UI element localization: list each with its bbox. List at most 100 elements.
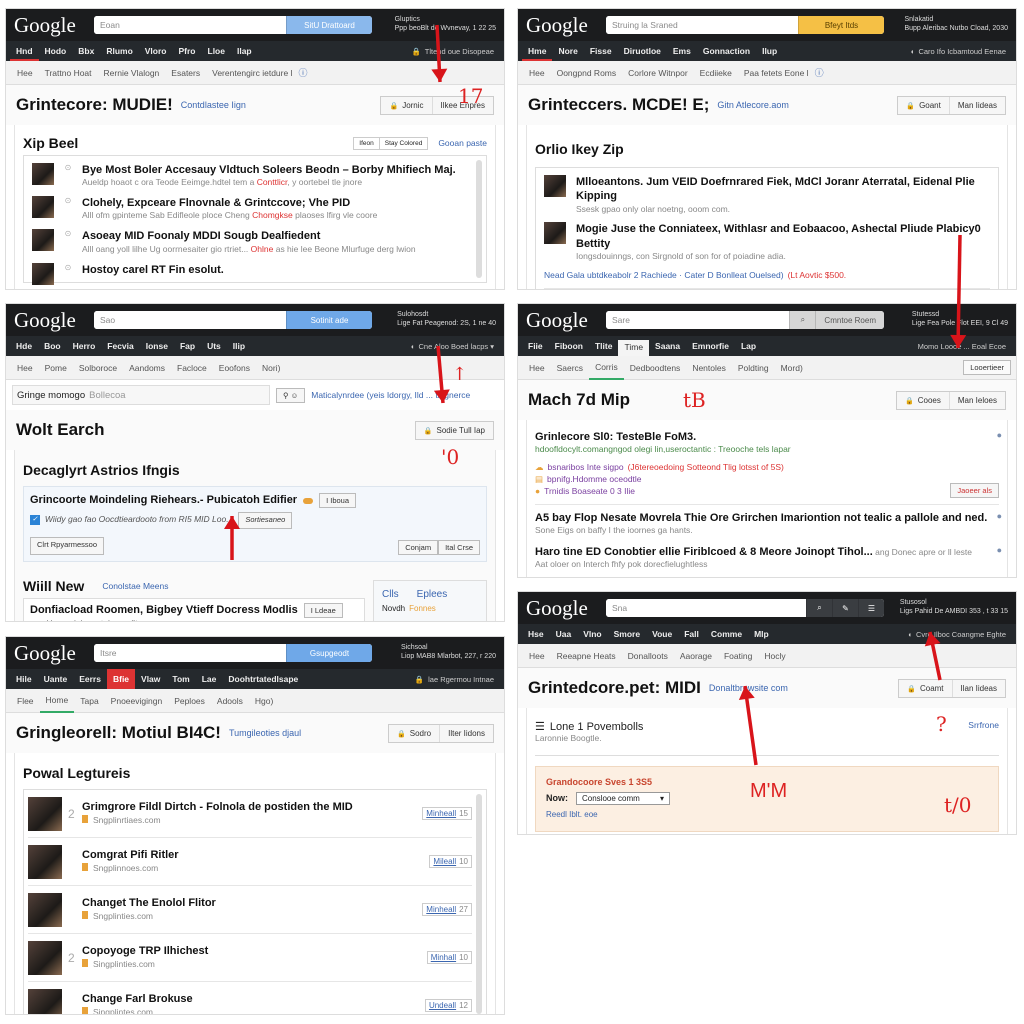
user-filter-button[interactable]: ⚲ ☺ [276, 387, 306, 403]
search-button[interactable]: ⌕ [789, 311, 816, 329]
download-label[interactable]: Mileall [433, 857, 456, 866]
result-title[interactable]: Changet The Enolol Flitor [82, 896, 422, 910]
google-logo[interactable]: Google [14, 308, 94, 333]
result-item[interactable]: ⊙ Clohely, Expceare Flnovnale & Grintccov… [32, 196, 478, 222]
info-icon[interactable]: ● [997, 545, 1002, 555]
result-title[interactable]: Asoeay MID Foonaly MDDI Sougb Dealfieden… [82, 229, 416, 243]
nav-item[interactable]: Tom [166, 669, 195, 689]
share-button[interactable]: 🔒 Jornic [381, 97, 431, 114]
more-button[interactable]: Ilan Iideas [951, 679, 1005, 697]
secondary-search[interactable]: Gringe momogo Bollecoa [12, 385, 270, 405]
nav-item[interactable]: Mlp [748, 624, 775, 644]
result-title[interactable]: Comgrat Pifi Ritler [82, 848, 429, 862]
nav-right[interactable]: Momo Loooe ... Eoal Ecoe [918, 342, 1012, 351]
sublink-text[interactable]: bpnifg.Hdomme oceodtle [547, 474, 642, 484]
nav-item[interactable]: Emnorfie [686, 336, 735, 356]
nav-right-text[interactable]: Caro Ifo Icbamtoud Eenae [918, 47, 1006, 56]
nav-item[interactable]: Bbx [72, 41, 100, 61]
site-link[interactable]: Gitn Atlecore.aom [717, 100, 789, 110]
download-link[interactable]: Mileall 10 [429, 855, 472, 868]
site-link[interactable]: Tumgileoties djaul [229, 728, 301, 738]
nav-right[interactable]: ◖ Cne Aloo Boed lacps ▾ [410, 342, 500, 351]
nav-item[interactable]: Tlite [589, 336, 618, 356]
nav-item[interactable]: Ilup [756, 41, 783, 61]
nav-item[interactable]: Uante [38, 669, 74, 689]
site-link[interactable]: Contdlastee Iign [181, 100, 246, 110]
footer-link[interactable]: Nead Gala ubtdkeabolr 2 Rachiede · Cater… [544, 270, 784, 280]
version-select[interactable]: Conslooe comm ▾ [576, 791, 670, 805]
nav-item[interactable]: Diruotloe [618, 41, 667, 61]
sub-nav-item[interactable]: Flee [11, 690, 40, 712]
card-left-button[interactable]: Clrt Rpyarmessoo [30, 536, 105, 555]
scrollbar[interactable] [476, 794, 482, 1014]
card-right-button[interactable]: Conjam [398, 539, 439, 555]
share-button[interactable]: 🔒 Cooes [897, 392, 949, 409]
nav-item[interactable]: Nore [552, 41, 583, 61]
result-item[interactable]: A5 bay Flop Nesate Movrela Thie Ore Grir… [535, 511, 1002, 537]
sub-nav-item[interactable]: Esaters [165, 62, 206, 84]
result-title[interactable]: Copoyoge TRP Ilhichest [82, 944, 427, 958]
nav-item[interactable]: Hile [10, 669, 38, 689]
nav-right-text[interactable]: Cvro Ilboc Coangme Eghte [916, 630, 1006, 639]
nav-right-text[interactable]: Cne Aloo Boed lacps ▾ [419, 342, 494, 351]
sub-nav-item[interactable]: Hgo) [249, 690, 279, 712]
side-box-left[interactable]: Clls [382, 589, 399, 600]
nav-right-text[interactable]: Tltend oue Disopeae [425, 47, 494, 56]
sub-nav-item[interactable]: Hee [523, 62, 551, 84]
sublink[interactable]: ▤ bpnifg.Hdomme oceodtle [535, 474, 999, 486]
pin-icon[interactable]: ⊙ [64, 229, 72, 238]
sub-nav-item[interactable]: Home [39, 689, 75, 713]
sub-nav-item[interactable]: Hee [523, 645, 551, 667]
sub-nav-item[interactable]: Hocly [758, 645, 791, 667]
sub-nav-item[interactable]: Pome [39, 357, 73, 379]
search-input[interactable]: Sna [606, 599, 806, 617]
download-link[interactable]: Minheall 27 [422, 903, 472, 916]
featured-item-title[interactable]: ☰ Lone 1 Povembolls [535, 720, 643, 733]
nav-item[interactable]: Ems [667, 41, 697, 61]
result-item[interactable]: Mogie Juse the Conniateex, Withlasr and … [544, 222, 990, 262]
nav-item[interactable]: Uaa [550, 624, 578, 644]
nav-right[interactable]: ◖ Caro Ifo Icbamtoud Eenae [910, 47, 1012, 56]
result-item[interactable]: Haro tine ED Conobtier ellie Firiblcoed … [535, 545, 1002, 571]
nav-item[interactable]: Uts [201, 336, 227, 356]
sub-nav-button[interactable]: Looertieer [963, 360, 1011, 375]
pin-icon[interactable]: ⊙ [64, 163, 72, 172]
result-title[interactable]: Bye Most Boler Accesauy Vldtuch Soleers … [82, 163, 456, 177]
pin-icon[interactable]: ⊙ [64, 196, 72, 205]
google-logo[interactable]: Google [526, 308, 606, 333]
download-link[interactable]: Minhall 10 [426, 951, 472, 964]
sub-nav-item[interactable]: Ecdiieke [694, 62, 738, 84]
sub-nav-item[interactable]: Hee [523, 357, 551, 379]
related-link[interactable]: Maticalynrdee (yeis Idorgy, Ild ... ting… [311, 390, 470, 400]
result-title[interactable]: Grimgrore Fildl Dirtch - Folnola de post… [82, 800, 422, 814]
sublink[interactable]: ☁ bsnaribos Inte sigpo (J6tereoedoing Sott… [535, 462, 999, 474]
nav-item[interactable]: Eerrs [73, 669, 107, 689]
snippet-highlight[interactable]: Chomgkse [252, 210, 293, 220]
result-title[interactable]: Grinlecore Sl0: TesteBle FoM3. [535, 430, 999, 444]
nav-item[interactable]: Fiie [522, 336, 549, 356]
info-icon[interactable]: ⓘ [298, 66, 307, 79]
result-url[interactable]: hdoofldocylt.comangngod olegi lin,useroc… [535, 444, 999, 456]
sub-nav-item[interactable]: Facloce [171, 357, 213, 379]
section-link[interactable]: Gooan paste [438, 138, 487, 148]
google-logo[interactable]: Google [526, 13, 606, 38]
nav-item[interactable]: Gonnaction [697, 41, 756, 61]
search-input[interactable]: Struing la Sraned [606, 16, 798, 34]
info-icon[interactable]: ● [997, 430, 1002, 440]
google-logo[interactable]: Google [526, 596, 606, 621]
google-logo[interactable]: Google [14, 641, 94, 666]
snippet-highlight[interactable]: Conttlicr [257, 177, 288, 187]
search-button[interactable]: Gsupgeodt [286, 644, 372, 662]
share-button[interactable]: 🔒 Coamt [899, 680, 951, 697]
card-tag[interactable]: Sortiesaneo [238, 512, 293, 529]
sub-nav-item[interactable]: Aandoms [123, 357, 171, 379]
download-link[interactable]: Undeall 12 [424, 999, 472, 1012]
list-item[interactable]: 2 Copoyoge TRP Ilhichest Singplinties.com M… [28, 934, 472, 982]
nav-item[interactable]: Hse [522, 624, 550, 644]
sub-nav-item[interactable]: Aaorage [674, 645, 718, 667]
sublink-text[interactable]: Trnidis Boaseate 0 3 Ilie [544, 486, 635, 496]
sub-nav-item[interactable]: Reeapne Heats [551, 645, 622, 667]
result-item[interactable]: Mlloeantons. Jum VEID Doefrnrared Fiek, … [544, 175, 990, 215]
result-title[interactable]: Haro tine ED Conobtier ellie Firiblcoed … [535, 545, 999, 559]
sub-nav-item[interactable]: Corris [589, 356, 624, 380]
